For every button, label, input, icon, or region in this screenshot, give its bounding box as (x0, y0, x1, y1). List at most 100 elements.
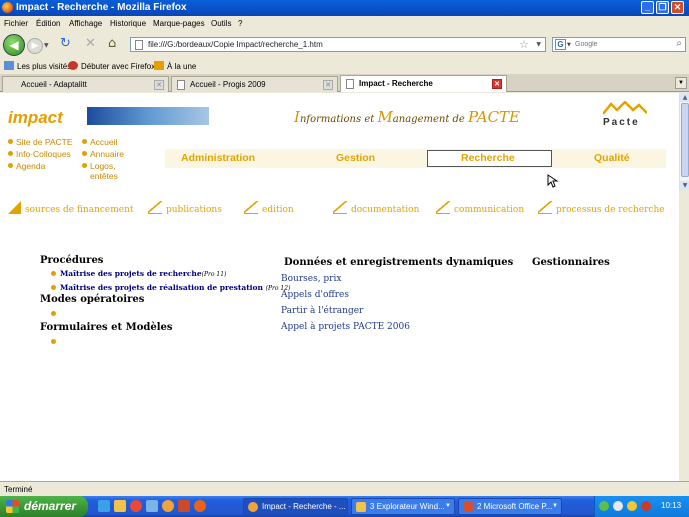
tray-antivirus-icon[interactable] (641, 501, 651, 511)
link-site-pacte[interactable]: Site de PACTE (8, 137, 73, 147)
home-icon[interactable]: ⌂ (108, 37, 116, 51)
tab-close-icon[interactable]: ✕ (492, 79, 502, 89)
tab-progis[interactable]: Accueil - Progis 2009 ✕ (171, 76, 338, 92)
search-engine-dropdown-icon[interactable]: ▼ (567, 42, 571, 48)
tab-adaptalitt[interactable]: Accueil - Adaptalitt ✕ (2, 76, 169, 92)
bookmark-getting-started[interactable]: Débuter avec Firefox (68, 61, 155, 71)
subnav-edition[interactable]: edition (244, 201, 294, 217)
back-button[interactable]: ◀ (3, 34, 25, 56)
start-button[interactable]: démarrer (0, 496, 88, 517)
link-logos[interactable]: Logos, (82, 161, 124, 171)
subnav-communication[interactable]: communication (436, 201, 524, 217)
firefox-icon (2, 2, 13, 13)
windows-logo-icon (6, 500, 19, 513)
bullet-icon (51, 311, 56, 316)
link-bourses-prix[interactable]: Bourses, prix (281, 274, 341, 284)
task-impact-recherche[interactable]: Impact - Recherche - ... (243, 498, 348, 515)
triangle-outline-icon (333, 201, 347, 214)
triangle-outline-icon (436, 201, 450, 214)
history-dropdown-icon[interactable]: ▼ (44, 42, 49, 49)
scroll-down-icon[interactable]: ▼ (680, 181, 689, 190)
link-partir-etranger[interactable]: Partir à l'étranger (281, 306, 363, 316)
link-appels-offres[interactable]: Appels d'offres (281, 290, 349, 300)
bullet-icon (51, 271, 56, 276)
tray-security-icon[interactable] (627, 501, 637, 511)
menu-outils[interactable]: Outils (211, 19, 231, 28)
quicklaunch-folder-icon[interactable] (114, 500, 126, 512)
page-icon (346, 79, 354, 89)
menu-edition[interactable]: Édition (36, 19, 60, 28)
link-agenda[interactable]: Agenda (8, 161, 73, 171)
subnav-documentation[interactable]: documentation (333, 201, 419, 217)
quicklaunch-ie-icon[interactable] (146, 500, 158, 512)
scroll-up-icon[interactable]: ▲ (680, 93, 689, 102)
forward-button[interactable]: ▶ (27, 38, 43, 54)
task-microsoft-office[interactable]: 2 Microsoft Office P... ▼ (458, 498, 562, 515)
link-pro-11[interactable]: Maîtrise des projets de recherche(Pro 11… (60, 269, 226, 278)
search-input[interactable] (575, 39, 665, 50)
bookmark-headlines[interactable]: À la une (154, 61, 196, 71)
tab-close-icon[interactable]: ✕ (154, 80, 164, 90)
scroll-thumb[interactable] (681, 103, 689, 177)
bookmark-star-icon[interactable]: ☆ (519, 38, 529, 51)
page-icon (135, 40, 143, 50)
list-all-tabs-icon[interactable]: ▼ (675, 77, 687, 89)
bullet-icon (51, 285, 56, 290)
search-box[interactable]: G ▼ ⌕ (552, 37, 686, 52)
subnav-publications[interactable]: publications (148, 201, 222, 217)
link-accueil[interactable]: Accueil (82, 137, 124, 147)
link-appel-projets-2006[interactable]: Appel à projets PACTE 2006 (281, 322, 410, 332)
subnav-sources-financement[interactable]: sources de financement (8, 201, 134, 217)
menu-qualite[interactable]: Qualité (594, 152, 630, 164)
maximize-button[interactable]: ❐ (656, 1, 669, 14)
menu-gestion[interactable]: Gestion (336, 152, 375, 164)
link-info-colloques[interactable]: Info-Colloques (8, 149, 73, 159)
menu-administration[interactable]: Administration (181, 152, 255, 164)
tray-network-icon[interactable] (599, 501, 609, 511)
status-text: Terminé (4, 485, 33, 494)
heading-modes-operatoires: Modes opératoires (40, 294, 145, 305)
url-dropdown-icon[interactable]: ▼ (536, 41, 541, 48)
menu-affichage[interactable]: Affichage (69, 19, 102, 28)
close-window-button[interactable]: ✕ (671, 1, 684, 14)
stop-icon[interactable]: ✕ (85, 37, 96, 51)
quicklaunch-app-icon[interactable] (178, 500, 190, 512)
menu-marque-pages[interactable]: Marque-pages (153, 19, 205, 28)
vertical-scrollbar[interactable]: ▲ ▼ (679, 93, 689, 190)
subnav-processus-recherche[interactable]: processus de recherche (538, 201, 665, 217)
url-bar[interactable]: file:///G:/bordeaux/Copie Impact/recherc… (130, 37, 546, 52)
reload-icon[interactable]: ↻ (60, 37, 71, 51)
tab-impact-recherche[interactable]: Impact - Recherche ✕ (340, 75, 507, 92)
menu-historique[interactable]: Historique (110, 19, 146, 28)
search-icon[interactable]: ⌕ (676, 38, 682, 49)
google-engine-icon[interactable]: G (555, 39, 566, 50)
heading-donnees: Données et enregistrements dynamiques (284, 257, 514, 268)
menu-help[interactable]: ? (238, 19, 242, 28)
quicklaunch-firefox-icon[interactable] (162, 500, 174, 512)
link-entetes[interactable]: entêtes (90, 171, 124, 181)
site-headline: Informations et Management de PACTE (294, 108, 521, 126)
tray-volume-icon[interactable] (613, 501, 623, 511)
group-dropdown-icon[interactable]: ▼ (552, 503, 558, 509)
quicklaunch-desktop-icon[interactable] (98, 500, 110, 512)
tab-close-icon[interactable]: ✕ (323, 80, 333, 90)
link-annuaire[interactable]: Annuaire (82, 149, 124, 159)
group-dropdown-icon[interactable]: ▼ (445, 503, 451, 509)
window-title-bar: Impact - Recherche - Mozilla Firefox _ ❐… (0, 0, 689, 16)
clock[interactable]: 10:13 (661, 501, 681, 510)
page-icon (177, 80, 185, 90)
menu-fichier[interactable]: Fichier (4, 19, 28, 28)
quicklaunch-media-icon[interactable] (130, 500, 142, 512)
windows-taskbar: démarrer Impact - Recherche - ... 3 Expl… (0, 496, 689, 517)
bookmark-most-visited[interactable]: Les plus visités (4, 61, 71, 71)
firefox-bookmark-icon (68, 61, 78, 70)
menu-recherche[interactable]: Recherche (461, 152, 515, 164)
link-pro-12[interactable]: Maîtrise des projets de réalisation de p… (60, 283, 290, 292)
rss-feed-icon (154, 61, 164, 70)
impact-logo: impact (8, 108, 63, 127)
task-explorateur[interactable]: 3 Explorateur Wind... ▼ (351, 498, 455, 515)
url-text[interactable]: file:///G:/bordeaux/Copie Impact/recherc… (148, 40, 323, 49)
quicklaunch-firefox2-icon[interactable] (194, 500, 206, 512)
minimize-button[interactable]: _ (641, 1, 654, 14)
system-tray: 10:13 (594, 496, 689, 517)
